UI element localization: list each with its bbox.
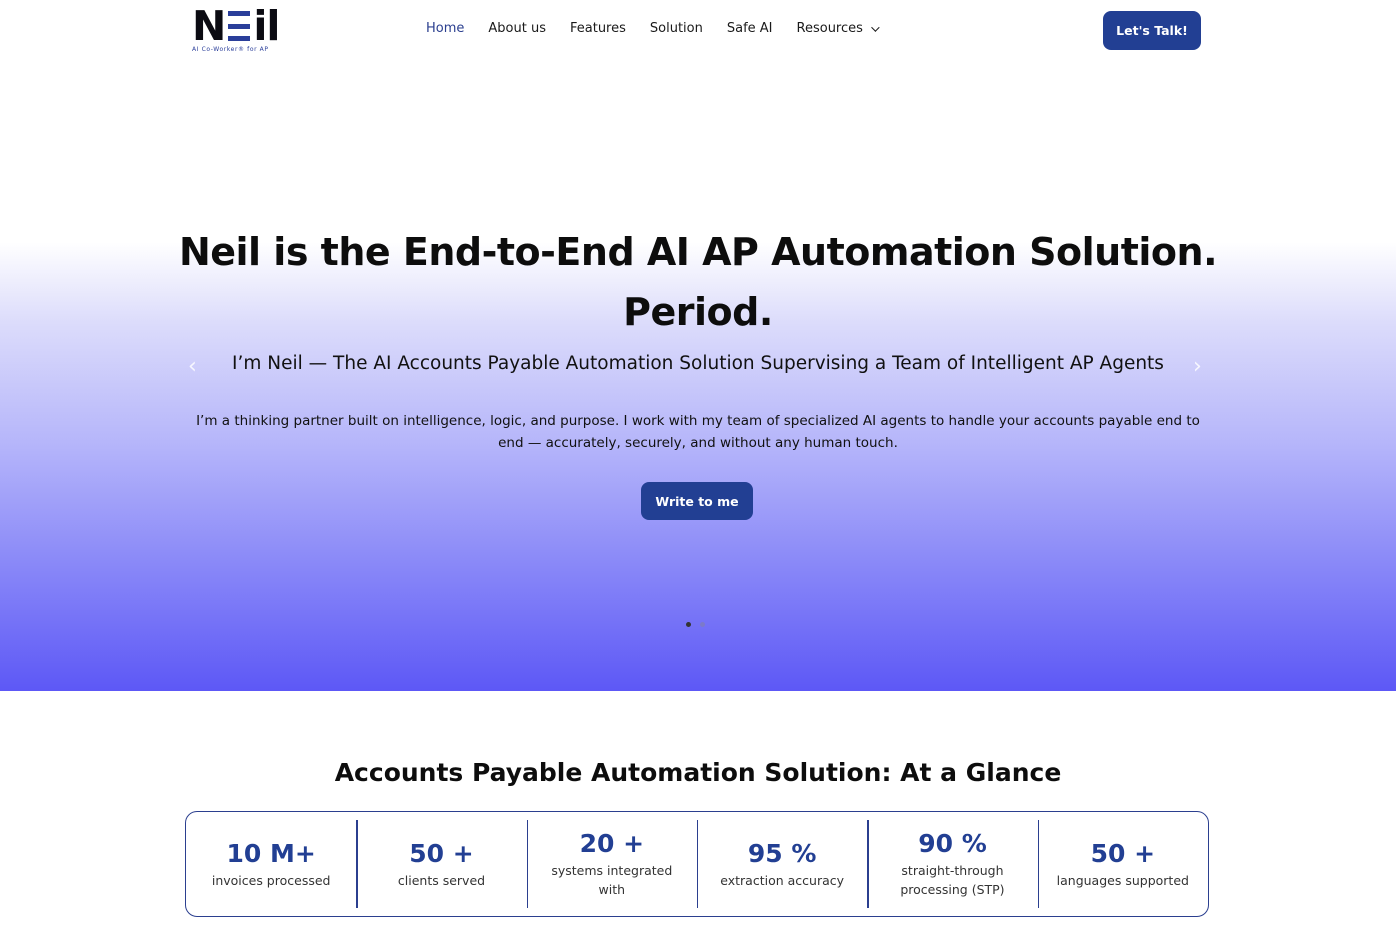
stat-languages: 50 + languages supported — [1037, 812, 1208, 916]
carousel-next-icon[interactable]: › — [1193, 354, 1202, 379]
stat-invoices: 10 M+ invoices processed — [186, 812, 356, 916]
stat-value: 95 % — [747, 838, 817, 868]
hero-description: I’m a thinking partner built on intellig… — [196, 413, 1200, 451]
logo-tagline: AI Co-Worker® for AP — [192, 46, 269, 53]
stat-label: extraction accuracy — [720, 872, 845, 888]
main-nav: Home About us Features Solution Safe AI … — [426, 21, 901, 36]
nav-safe-ai[interactable]: Safe AI — [727, 21, 773, 36]
stat-systems: 20 + systems integrated with — [526, 812, 697, 916]
logo-letters-il: il — [253, 2, 280, 50]
carousel-dot-1[interactable] — [686, 622, 691, 627]
stat-value: 90 % — [918, 829, 987, 858]
stat-label: clients served — [397, 872, 486, 888]
nav-solution[interactable]: Solution — [650, 21, 703, 36]
nav-features[interactable]: Features — [570, 21, 626, 36]
logo-wordmark: N il — [192, 2, 282, 50]
stats-panel: 10 M+ invoices processed 50 + clients se… — [185, 811, 1209, 917]
nav-home[interactable]: Home — [426, 21, 464, 36]
stat-value: 50 + — [1090, 838, 1156, 868]
nav-about-us[interactable]: About us — [488, 21, 546, 36]
hero-section: Neil is the End-to-End AI AP Automation … — [0, 62, 1396, 691]
stat-stp: 90 % straight-through processing (STP) — [867, 812, 1037, 916]
stat-value: 20 + — [579, 829, 645, 858]
stat-value: 10 M+ — [226, 838, 316, 868]
stat-label: systems integrated with — [551, 863, 673, 897]
stat-label: straight-through processing (STP) — [900, 863, 1005, 897]
stat-accuracy: 95 % extraction accuracy — [696, 812, 867, 916]
chevron-down-icon — [871, 22, 880, 32]
stat-label: invoices processed — [211, 872, 331, 888]
stat-label: languages supported — [1056, 872, 1189, 888]
site-header: N il AI Co-Worker® for AP Home About us … — [0, 0, 1396, 62]
stat-value: 50 + — [409, 838, 474, 868]
carousel-dots — [686, 622, 705, 627]
logo-letter-n: N — [192, 2, 226, 50]
carousel-dot-2[interactable] — [700, 622, 705, 627]
stat-clients: 50 + clients served — [356, 812, 526, 916]
nav-resources[interactable]: Resources — [796, 21, 880, 36]
neil-logo[interactable]: N il AI Co-Worker® for AP — [192, 6, 282, 54]
glance-title: Accounts Payable Automation Solution: At… — [334, 758, 1062, 787]
write-to-me-button[interactable]: Write to me — [641, 482, 753, 520]
lets-talk-button[interactable]: Let's Talk! — [1103, 11, 1201, 50]
logo-e-bars-icon — [228, 11, 251, 41]
hero-subtitle: I’m Neil — The AI Accounts Payable Autom… — [232, 353, 1164, 374]
hero-title: Neil is the End-to-End AI AP Automation … — [178, 230, 1218, 334]
nav-resources-label: Resources — [796, 21, 863, 36]
